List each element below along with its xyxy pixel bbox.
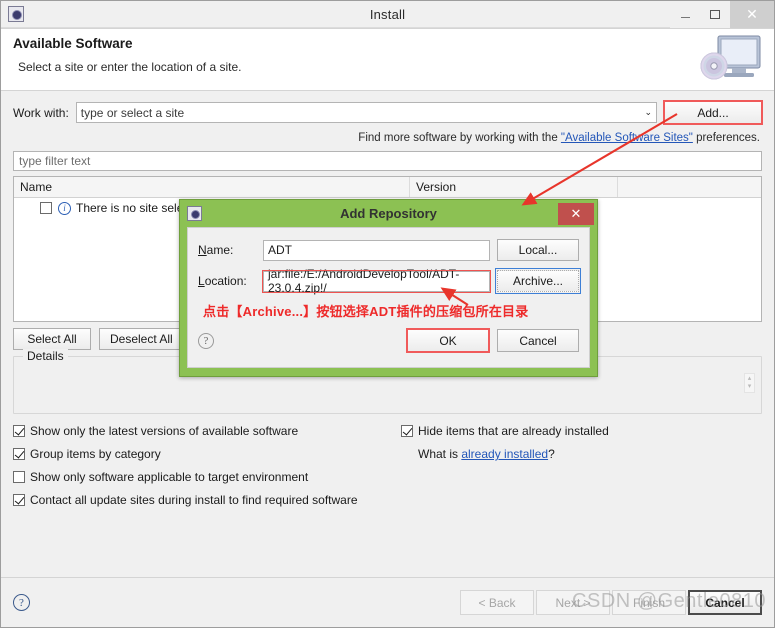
spinner-down-icon: ▾ <box>747 383 752 390</box>
checkbox-hide-installed[interactable] <box>401 425 413 437</box>
what-is-suffix: ? <box>548 447 555 461</box>
options-area: Show only the latest versions of availab… <box>13 424 762 510</box>
location-input[interactable]: jar:file:/E:/AndroidDevelopTool/ADT-23.0… <box>262 267 491 295</box>
annotation-text: 点击【Archive...】按钮选择ADT插件的压缩包所在目录 <box>203 304 529 319</box>
filter-input[interactable]: type filter text <box>13 151 762 171</box>
what-is-prefix: What is <box>418 447 462 461</box>
hint-prefix: Find more software by working with the <box>358 132 561 144</box>
option-label: Contact all update sites during install … <box>30 493 358 507</box>
name-value: ADT <box>268 243 292 257</box>
window-title: Install <box>369 6 406 22</box>
dialog-cancel-button[interactable]: Cancel <box>497 329 579 352</box>
details-scroll-spinner[interactable]: ▴ ▾ <box>744 373 755 393</box>
work-with-combo[interactable]: type or select a site ⌄ <box>75 102 657 123</box>
column-header-version[interactable]: Version <box>410 177 618 197</box>
name-label: Name: <box>198 243 256 257</box>
option-group-by-category[interactable]: Group items by category <box>13 447 393 461</box>
back-button[interactable]: < Back <box>460 590 534 615</box>
add-button[interactable]: Add... <box>663 100 763 125</box>
name-label-rest: ame: <box>206 243 234 257</box>
more-software-hint: Find more software by working with the "… <box>13 132 762 144</box>
page-title: Available Software <box>13 36 133 51</box>
available-software-sites-link[interactable]: "Available Software Sites" <box>561 132 693 144</box>
hint-suffix: preferences. <box>692 132 760 144</box>
location-row: Location: jar:file:/E:/AndroidDevelopToo… <box>198 267 581 295</box>
table-header: Name Version <box>14 177 761 198</box>
archive-button[interactable]: Archive... <box>495 268 581 294</box>
what-is-already-installed: What is already installed? <box>401 447 609 461</box>
name-row: Name: ADT Local... <box>198 239 579 261</box>
option-label: Show only the latest versions of availab… <box>30 424 299 438</box>
name-label-mnemonic: N <box>198 243 207 257</box>
option-label: Hide items that are already installed <box>418 424 609 438</box>
column-header-name[interactable]: Name <box>14 177 410 197</box>
deselect-all-button[interactable]: Deselect All <box>99 328 184 350</box>
location-value: jar:file:/E:/AndroidDevelopTool/ADT-23.0… <box>268 267 460 295</box>
help-icon[interactable]: ? <box>13 594 30 611</box>
chevron-down-icon: ⌄ <box>644 107 652 117</box>
option-show-latest-versions[interactable]: Show only the latest versions of availab… <box>13 424 393 438</box>
row-checkbox[interactable] <box>40 202 52 214</box>
already-installed-link[interactable]: already installed <box>461 447 548 461</box>
location-label-mnemonic: L <box>198 274 205 288</box>
ok-button[interactable]: OK <box>406 328 490 353</box>
local-button[interactable]: Local... <box>497 239 579 261</box>
work-with-row: Work with: type or select a site ⌄ Add..… <box>13 100 763 125</box>
option-hide-installed[interactable]: Hide items that are already installed <box>401 424 609 438</box>
checkbox-group-by-category[interactable] <box>13 448 25 460</box>
options-right-column: Hide items that are already installed Wh… <box>401 424 609 461</box>
select-all-button[interactable]: Select All <box>13 328 91 350</box>
row-label: There is no site select <box>76 201 193 215</box>
spinner-up-icon: ▴ <box>747 375 752 382</box>
option-applicable-target-env[interactable]: Show only software applicable to target … <box>13 470 393 484</box>
dialog-title: Add Repository <box>340 206 437 221</box>
column-header-extra <box>618 177 761 197</box>
location-label: Location: <box>198 274 256 288</box>
install-wizard-window: Install ✕ Available Software Select a si… <box>0 0 775 628</box>
wizard-banner: Available Software Select a site or ente… <box>1 28 774 91</box>
filter-placeholder: type filter text <box>19 154 91 168</box>
options-left-column: Show only the latest versions of availab… <box>13 424 393 507</box>
dialog-body: Name: ADT Local... Location: jar:file:/E… <box>187 227 590 368</box>
checkbox-show-latest-versions[interactable] <box>13 425 25 437</box>
work-with-label: Work with: <box>13 105 69 120</box>
window-titlebar: Install ✕ <box>1 1 774 28</box>
dialog-help-icon[interactable]: ? <box>198 332 214 349</box>
info-icon: i <box>58 201 71 215</box>
monitor-cd-icon <box>700 35 761 80</box>
details-legend: Details <box>23 349 68 363</box>
option-contact-update-sites[interactable]: Contact all update sites during install … <box>13 493 393 507</box>
add-repository-dialog: Add Repository ✕ Name: ADT Local... Loca… <box>179 199 598 377</box>
checkbox-contact-update-sites[interactable] <box>13 494 25 506</box>
watermark: CSDN @Gentle0810 <box>572 590 766 612</box>
checkbox-applicable-target-env[interactable] <box>13 471 25 483</box>
option-label: Group items by category <box>30 447 161 461</box>
dialog-titlebar: Add Repository ✕ <box>180 200 597 227</box>
work-with-value: type or select a site <box>80 105 185 120</box>
page-subtitle: Select a site or enter the location of a… <box>18 60 242 74</box>
dialog-actions: ? OK Cancel <box>198 328 579 353</box>
location-label-rest: ocation: <box>204 274 247 288</box>
option-label: Show only software applicable to target … <box>30 470 309 484</box>
name-input[interactable]: ADT <box>263 239 490 261</box>
